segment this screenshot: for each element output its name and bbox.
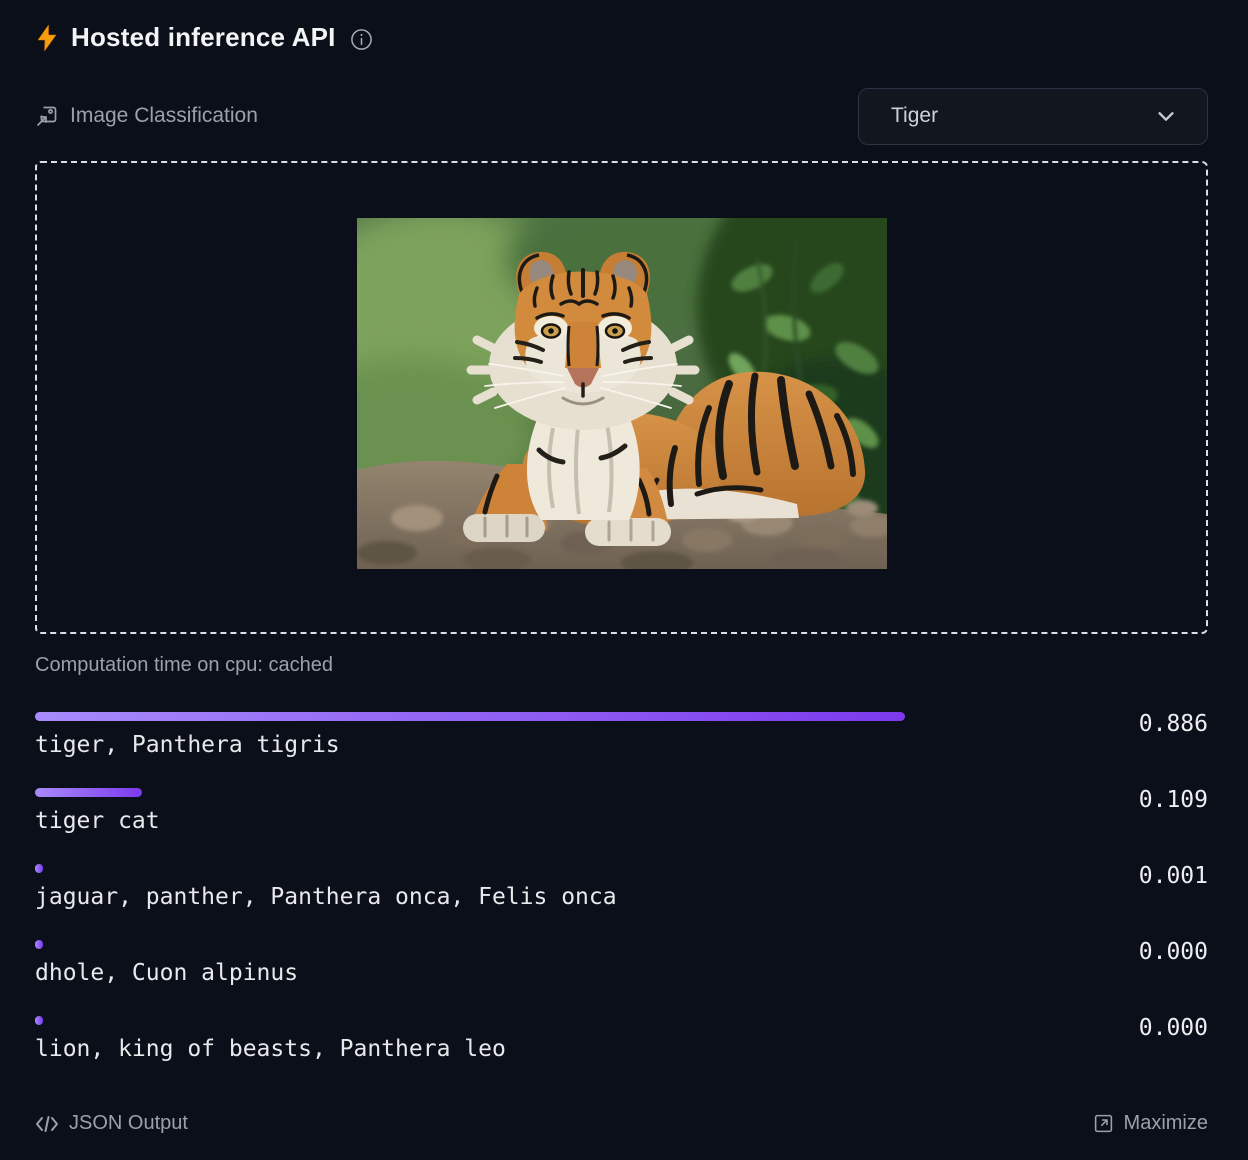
selected-example: Tiger (891, 104, 938, 128)
class-score: 0.000 (1139, 1015, 1208, 1041)
image-classification-icon (35, 104, 59, 128)
class-score: 0.109 (1139, 787, 1208, 813)
result-row: dhole, Cuon alpinus 0.000 (35, 940, 1208, 986)
info-icon[interactable] (350, 28, 373, 51)
class-label: tiger cat (35, 808, 1208, 834)
result-row: lion, king of beasts, Panthera leo 0.000 (35, 1016, 1208, 1062)
tiger-preview-image (357, 218, 887, 569)
score-bar-track (35, 940, 1208, 949)
score-bar-track (35, 788, 1208, 797)
classification-results: tiger, Panthera tigris 0.886 tiger cat 0… (35, 712, 1208, 1062)
class-score: 0.001 (1139, 863, 1208, 889)
widget-footer: JSON Output Maximize (35, 1112, 1208, 1135)
score-bar-track (35, 712, 1208, 721)
task-label: Image Classification (70, 104, 258, 128)
maximize-icon (1093, 1113, 1114, 1134)
score-bar (35, 788, 142, 797)
score-bar-track (35, 864, 1208, 873)
score-bar (35, 940, 43, 949)
task-type: Image Classification (35, 104, 258, 128)
json-output-button[interactable]: JSON Output (35, 1112, 188, 1135)
class-label: dhole, Cuon alpinus (35, 960, 1208, 986)
code-icon (35, 1114, 59, 1134)
widget-header: Hosted inference API (35, 22, 1208, 53)
hosted-inference-widget: Hosted inference API Imag (0, 0, 1248, 1160)
class-label: tiger, Panthera tigris (35, 732, 1208, 758)
image-dropzone[interactable] (35, 161, 1208, 634)
json-output-label: JSON Output (69, 1112, 188, 1135)
score-bar (35, 712, 905, 721)
chevron-down-icon (1155, 105, 1177, 127)
class-label: jaguar, panther, Panthera onca, Felis on… (35, 884, 1208, 910)
computation-time: Computation time on cpu: cached (35, 654, 1208, 677)
class-score: 0.000 (1139, 939, 1208, 965)
score-bar (35, 1016, 43, 1025)
result-row: jaguar, panther, Panthera onca, Felis on… (35, 864, 1208, 910)
score-bar-track (35, 1016, 1208, 1025)
task-row: Image Classification Tiger (35, 87, 1208, 145)
page-title: Hosted inference API (71, 22, 336, 53)
result-row: tiger cat 0.109 (35, 788, 1208, 834)
maximize-label: Maximize (1124, 1112, 1208, 1135)
result-row: tiger, Panthera tigris 0.886 (35, 712, 1208, 758)
class-score: 0.886 (1139, 711, 1208, 737)
example-select-dropdown[interactable]: Tiger (858, 88, 1208, 145)
score-bar (35, 864, 43, 873)
maximize-button[interactable]: Maximize (1093, 1112, 1208, 1135)
lightning-bolt-icon (35, 24, 59, 52)
class-label: lion, king of beasts, Panthera leo (35, 1036, 1208, 1062)
